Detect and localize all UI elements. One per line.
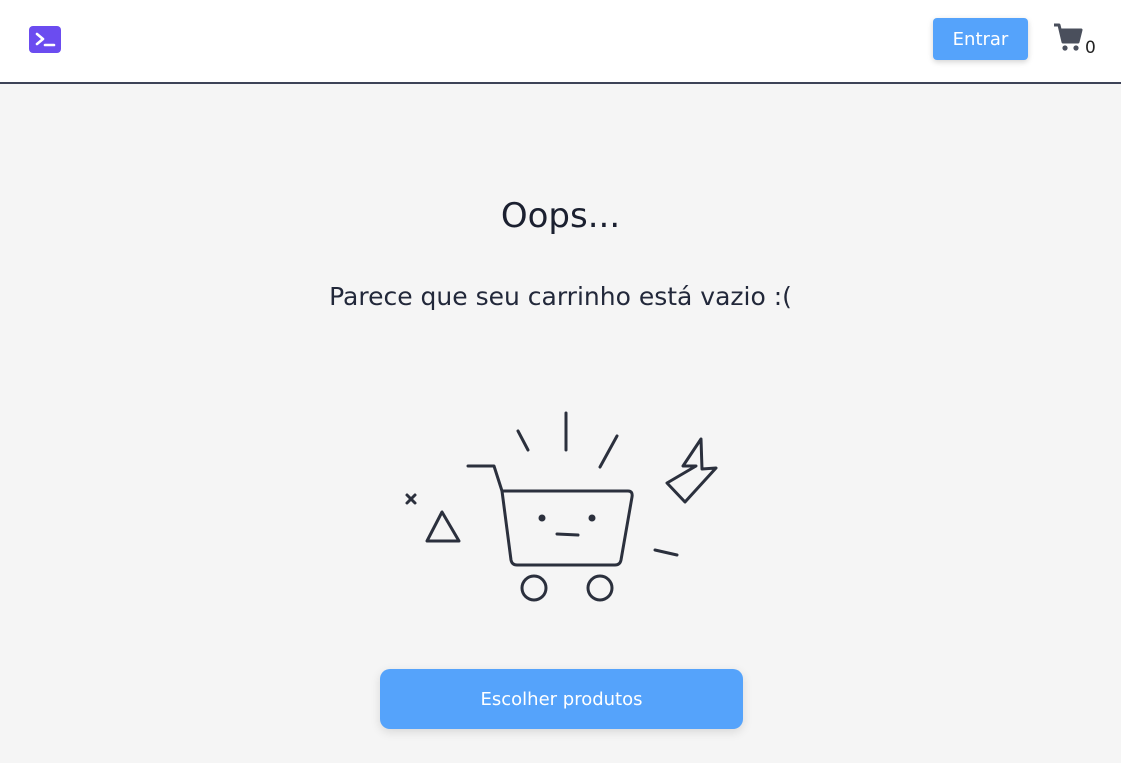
empty-cart-message: Parece que seu carrinho está vazio :( <box>329 282 792 311</box>
page-title: Oops... <box>500 196 621 236</box>
cart-count-badge: 0 <box>1085 38 1096 58</box>
terminal-icon[interactable] <box>29 26 61 53</box>
shopping-cart-icon[interactable] <box>1052 21 1084 53</box>
sad-empty-cart-icon <box>405 411 718 602</box>
choose-products-button[interactable]: Escolher produtos <box>380 669 743 729</box>
top-navbar: Entrar 0 <box>0 0 1121 84</box>
login-button[interactable]: Entrar <box>933 18 1028 60</box>
